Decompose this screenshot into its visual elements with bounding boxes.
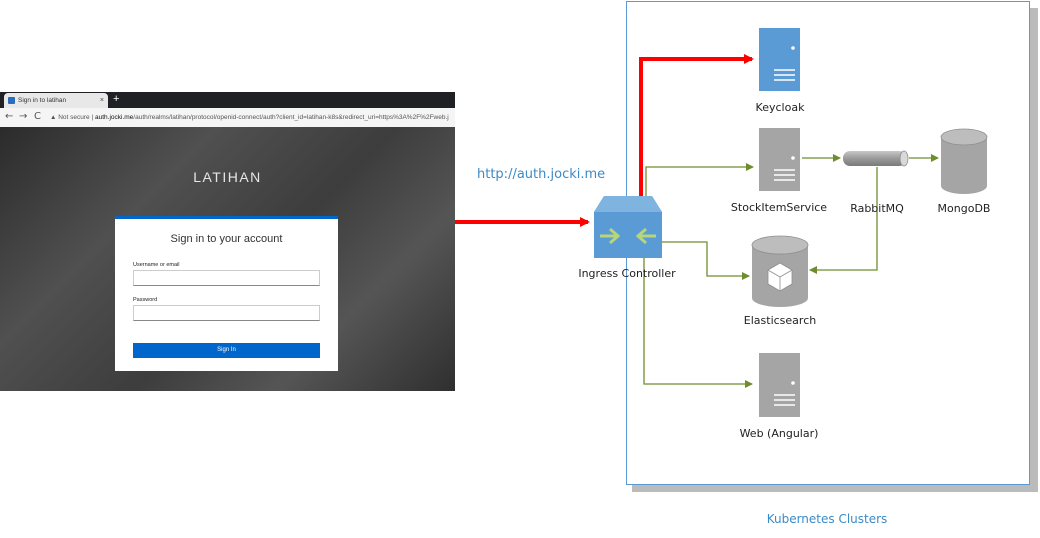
elasticsearch-database-icon — [751, 235, 809, 307]
stockitemservice-server-icon — [759, 128, 800, 191]
web-server-icon — [759, 353, 800, 417]
rabbitmq-queue-icon — [843, 150, 909, 167]
url-label: http://auth.jocki.me — [477, 167, 606, 182]
elasticsearch-label: Elasticsearch — [743, 314, 817, 327]
rabbitmq-to-elasticsearch-arrow — [809, 167, 878, 274]
web-label: Web (Angular) — [739, 427, 819, 440]
mongodb-database-icon — [940, 128, 988, 194]
ingress-to-keycloak-arrow — [639, 54, 754, 196]
mongodb-label: MongoDB — [937, 202, 991, 215]
cluster-label: Kubernetes Clusters — [766, 512, 888, 526]
diagram-canvas — [455, 28, 988, 417]
ingress-to-stockitem-arrow — [645, 163, 754, 196]
rabbitmq-label: RabbitMQ — [850, 202, 904, 215]
ingress-controller-label: Ingress Controller — [578, 267, 676, 280]
keycloak-label: Keycloak — [755, 101, 805, 114]
stockitemservice-label: StockItemService — [730, 201, 828, 214]
ingress-controller-icon — [594, 196, 662, 258]
keycloak-server-icon — [759, 28, 800, 91]
